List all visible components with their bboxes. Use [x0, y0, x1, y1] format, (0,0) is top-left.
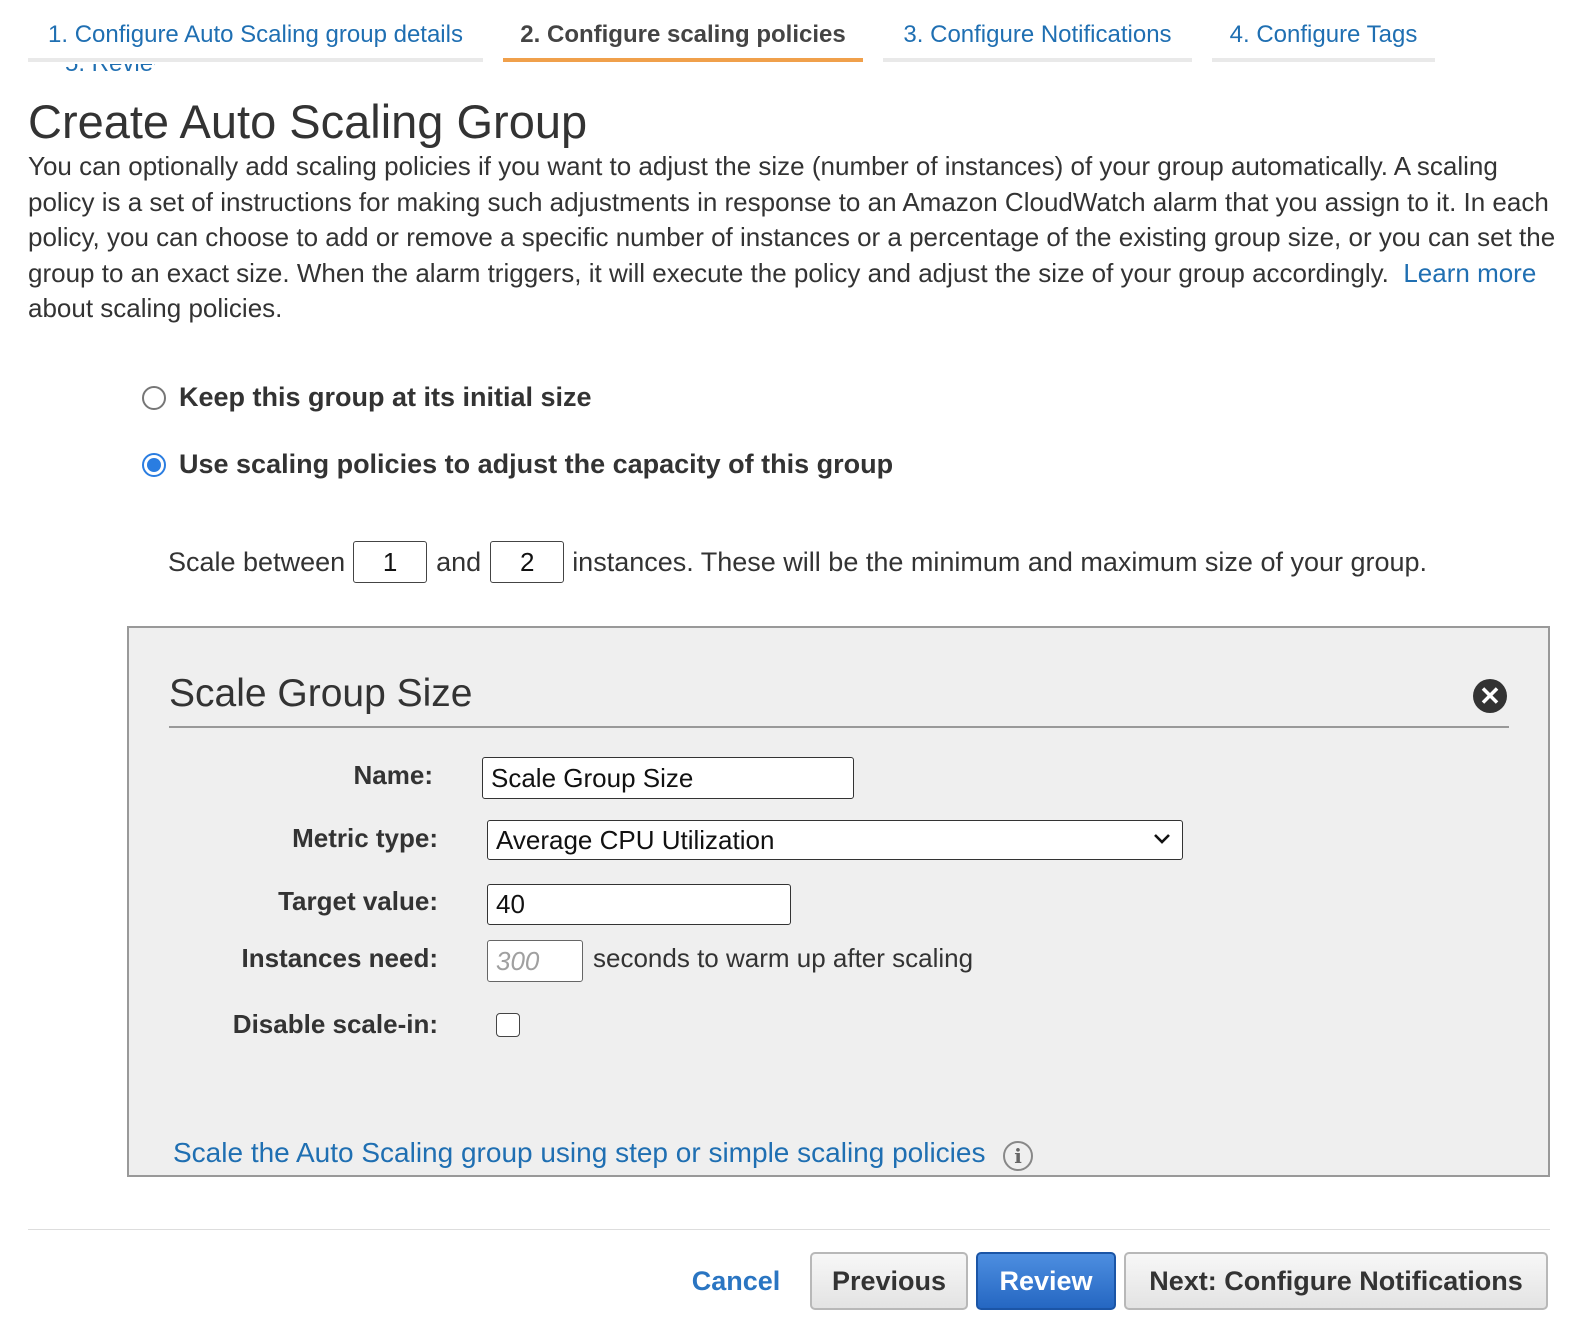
- footer-divider: [28, 1229, 1550, 1230]
- min-instances-input[interactable]: 1: [353, 541, 428, 583]
- max-instances-input[interactable]: 2: [490, 541, 565, 583]
- scaling-policy-panel: Scale Group Size ✕ Name: Scale Group Siz…: [127, 626, 1550, 1177]
- warmup-suffix: seconds to warm up after scaling: [593, 943, 974, 973]
- policy-name-input[interactable]: Scale Group Size: [482, 757, 854, 799]
- scale-between-label: Scale between: [168, 546, 346, 577]
- metric-type-select[interactable]: Average CPU Utilization: [487, 820, 1183, 860]
- disable-scale-in-checkbox[interactable]: [496, 1013, 520, 1037]
- keep-initial-size-option[interactable]: Keep this group at its initial size: [142, 382, 592, 413]
- use-scaling-policies-label: Use scaling policies to adjust the capac…: [179, 449, 894, 479]
- tab-review[interactable]: 5. Review: [65, 64, 155, 76]
- and-label: and: [436, 546, 482, 577]
- step-scaling-policies-link[interactable]: Scale the Auto Scaling group using step …: [173, 1137, 985, 1169]
- tab-configure-group-details[interactable]: 1. Configure Auto Scaling group details: [28, 0, 483, 62]
- panel-divider: [169, 726, 1509, 728]
- instances-need-label: Instances need:: [241, 943, 438, 973]
- info-icon[interactable]: i: [1003, 1141, 1033, 1171]
- use-scaling-policies-option[interactable]: Use scaling policies to adjust the capac…: [142, 449, 893, 480]
- tab-configure-scaling-policies[interactable]: 2. Configure scaling policies: [503, 0, 863, 62]
- tab-configure-tags[interactable]: 4. Configure Tags: [1212, 0, 1435, 62]
- tab-review-label: 5. Review: [65, 64, 155, 76]
- learn-more-link[interactable]: Learn more: [1403, 258, 1536, 288]
- target-value-label: Target value:: [278, 886, 438, 916]
- intro-text: You can optionally add scaling policies …: [28, 151, 1556, 288]
- close-icon[interactable]: ✕: [1473, 679, 1507, 713]
- target-value-input[interactable]: 40: [487, 884, 791, 925]
- tab-configure-notifications[interactable]: 3. Configure Notifications: [883, 0, 1192, 62]
- intro-paragraph: You can optionally add scaling policies …: [28, 149, 1558, 327]
- scale-range-row: Scale between 1 and 2 instances. These w…: [168, 540, 1427, 584]
- scale-range-suffix: instances. These will be the minimum and…: [572, 546, 1428, 577]
- warmup-seconds-input[interactable]: 300: [487, 940, 583, 982]
- intro-suffix: about scaling policies.: [28, 293, 283, 324]
- metric-type-value: Average CPU Utilization: [496, 825, 775, 855]
- next-configure-notifications-button[interactable]: Next: Configure Notifications: [1124, 1252, 1548, 1310]
- disable-scale-in-label: Disable scale-in:: [232, 1009, 438, 1039]
- page-title: Create Auto Scaling Group: [28, 95, 588, 148]
- cancel-button[interactable]: Cancel: [680, 1252, 792, 1310]
- chevron-down-icon: [1154, 834, 1170, 844]
- keep-initial-size-radio[interactable]: [142, 385, 166, 410]
- name-label: Name:: [353, 760, 433, 790]
- metric-type-label: Metric type:: [292, 823, 438, 853]
- previous-button[interactable]: Previous: [810, 1252, 968, 1310]
- use-scaling-policies-radio[interactable]: [142, 452, 166, 477]
- review-button[interactable]: Review: [976, 1252, 1116, 1310]
- keep-initial-size-label: Keep this group at its initial size: [179, 382, 592, 412]
- policy-panel-title: Scale Group Size: [169, 672, 473, 715]
